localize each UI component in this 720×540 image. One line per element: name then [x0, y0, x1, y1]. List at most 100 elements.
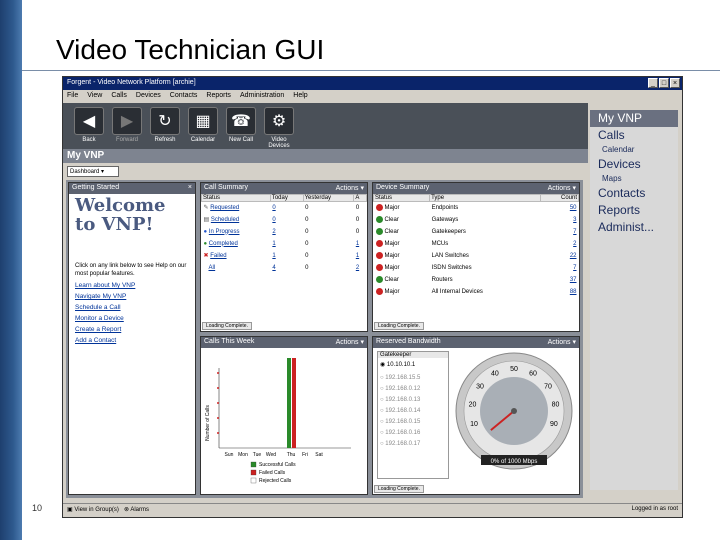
right-nav: My VNP Calls Calendar Devices Maps Conta… — [590, 110, 678, 490]
back-button[interactable]: ◀ Back — [73, 107, 105, 145]
gatekeeper-radio-3[interactable]: ○ 192.168.0.12 — [378, 384, 448, 395]
menu-devices[interactable]: Devices — [136, 92, 161, 100]
link-navigate[interactable]: Navigate My VNP — [69, 291, 195, 302]
call-summary-table: Status Today Yesterday A ✎ Requested 0 0 0 ▤ S… — [201, 194, 367, 274]
actions-menu[interactable]: Actions ▾ — [336, 338, 364, 347]
gatekeeper-radio-7[interactable]: ○ 192.168.0.16 — [378, 428, 448, 439]
chevron-down-icon: ▾ — [101, 169, 105, 175]
svg-text:Failed Calls: Failed Calls — [259, 470, 286, 476]
view-select[interactable]: Dashboard ▾ — [67, 166, 119, 177]
logged-in-user: Logged in as root — [631, 506, 678, 512]
gauge-tick-label: 50 — [510, 366, 518, 373]
table-row: ● Completed 1 0 1 — [203, 240, 360, 247]
link-monitor-device[interactable]: Monitor a Device — [69, 313, 195, 324]
maximize-button[interactable]: □ — [659, 78, 669, 88]
status-text: Loading Complete. — [202, 322, 252, 330]
nav-calls[interactable]: Calls — [590, 127, 678, 144]
video-devices-button[interactable]: ⚙ Video Devices — [263, 107, 295, 149]
menu-calls[interactable]: Calls — [111, 92, 127, 100]
chart-ylabel: Number of Calls — [205, 405, 211, 441]
close-window-button[interactable]: × — [670, 78, 680, 88]
table-row: Clear Routers 37 — [374, 274, 579, 286]
new-call-button[interactable]: ☎ New Call — [225, 107, 257, 145]
toolbar: ◀ Back ▶ Forward ↻ Refresh ▦ Calendar ☎ New C… — [63, 103, 588, 149]
clear-status-icon — [375, 275, 383, 283]
major-status-icon — [375, 239, 383, 247]
bar-thu-failed — [292, 358, 296, 448]
actions-menu[interactable]: Actions ▾ — [548, 184, 576, 193]
gauge-tick-label: 80 — [552, 401, 560, 408]
link-add-contact[interactable]: Add a Contact — [69, 335, 195, 346]
statusbar: ▣ View in Group(s) ⊗ Alarms Logged in as… — [63, 503, 682, 517]
window-title: Forgent - Video Network Platform [archie… — [67, 79, 196, 86]
device-summary-portlet: Device Summary Actions ▾ Status Type Count … — [372, 182, 580, 332]
video-devices-icon: ⚙ — [264, 107, 294, 135]
nav-my-vnp[interactable]: My VNP — [590, 110, 678, 127]
gatekeeper-radio-6[interactable]: ○ 192.168.0.15 — [378, 417, 448, 428]
page-number: 10 — [32, 503, 43, 513]
gauge-tick-label: 40 — [491, 371, 499, 378]
close-icon[interactable]: × — [188, 184, 192, 193]
major-status-icon — [375, 204, 383, 212]
gatekeeper-radio-4[interactable]: ○ 192.168.0.13 — [378, 395, 448, 406]
major-status-icon — [375, 287, 383, 295]
in-progress-icon: ● — [203, 228, 208, 235]
menu-contacts[interactable]: Contacts — [170, 92, 198, 100]
forward-button[interactable]: ▶ Forward — [111, 107, 143, 145]
gauge-tick-label: 10 — [470, 421, 478, 428]
gatekeeper-radio-1[interactable]: ◉ 10.10.10.1 — [378, 358, 448, 373]
menu-help[interactable]: Help — [293, 92, 307, 100]
actions-menu[interactable]: Actions ▾ — [336, 184, 364, 193]
gatekeeper-radio-5[interactable]: ○ 192.168.0.14 — [378, 406, 448, 417]
alarm-icon: ⊗ — [123, 507, 129, 513]
failed-icon: ✖ — [203, 253, 209, 259]
nav-administration[interactable]: Administ... — [590, 219, 678, 236]
table-row: Major LAN Switches 22 — [374, 250, 579, 262]
menu-file[interactable]: File — [67, 92, 78, 100]
new-call-icon: ☎ — [226, 107, 256, 135]
major-status-icon — [375, 263, 383, 271]
nav-maps[interactable]: Maps — [590, 173, 678, 185]
requested-icon: ✎ — [203, 205, 209, 212]
x-tick-wed: Wed — [266, 452, 276, 458]
nav-calendar[interactable]: Calendar — [590, 144, 678, 156]
calendar-button[interactable]: ▦ Calendar — [187, 107, 219, 145]
device-summary-table: Status Type Count Major Endpoints 50 Clear Ga… — [372, 194, 580, 298]
nav-reports[interactable]: Reports — [590, 202, 678, 219]
call-summary-portlet: Call Summary Actions ▾ Status Today Yesterd… — [200, 182, 368, 332]
refresh-button[interactable]: ↻ Refresh — [149, 107, 181, 145]
bandwidth-gauge: 10 20 30 40 50 60 70 80 90 0% of 1000 Mbps — [455, 352, 573, 470]
table-row: Major MCUs 2 — [374, 238, 579, 250]
y-ticks — [217, 372, 219, 434]
link-learn-about[interactable]: Learn about My VNP — [69, 280, 195, 291]
alarms-button[interactable]: ⊗ Alarms — [124, 507, 149, 513]
gauge-tick-label: 90 — [550, 421, 558, 428]
gauge-tick-label: 20 — [469, 401, 477, 408]
menu-administration[interactable]: Administration — [240, 92, 284, 100]
menu-view[interactable]: View — [87, 92, 102, 100]
refresh-icon: ↻ — [150, 107, 180, 135]
title-divider — [22, 70, 720, 71]
minimize-button[interactable]: _ — [648, 78, 658, 88]
gatekeeper-list: Gatekeeper ◉ 10.10.10.1 ○ 192.168.15.5 ○… — [377, 351, 449, 479]
gatekeeper-radio-2[interactable]: ○ 192.168.15.5 — [378, 373, 448, 384]
link-schedule-call[interactable]: Schedule a Call — [69, 302, 195, 313]
view-in-groups-button[interactable]: ▣ View in Group(s) — [67, 507, 119, 513]
x-tick-sun: Sun — [225, 452, 234, 458]
menubar: File View Calls Devices Contacts Reports… — [63, 90, 682, 102]
menu-reports[interactable]: Reports — [206, 92, 231, 100]
table-row: ✎ Requested 0 0 0 — [203, 204, 360, 212]
x-tick-tue: Tue — [253, 452, 262, 458]
table-row: ▤ Scheduled 0 0 0 — [203, 216, 360, 224]
table-row: Clear Gateways 3 — [374, 214, 579, 226]
nav-devices[interactable]: Devices — [590, 156, 678, 173]
gauge-readout: 0% of 1000 Mbps — [491, 459, 538, 465]
gatekeeper-radio-8[interactable]: ○ 192.168.0.17 — [378, 439, 448, 450]
x-tick-mon: Mon — [238, 452, 248, 458]
nav-contacts[interactable]: Contacts — [590, 185, 678, 202]
link-create-report[interactable]: Create a Report — [69, 324, 195, 335]
welcome-heading: Welcome to VNP! — [75, 195, 166, 235]
table-row: ● In Progress 2 0 0 — [203, 228, 360, 235]
gauge-tick-label: 60 — [529, 371, 537, 378]
actions-menu[interactable]: Actions ▾ — [548, 338, 576, 347]
